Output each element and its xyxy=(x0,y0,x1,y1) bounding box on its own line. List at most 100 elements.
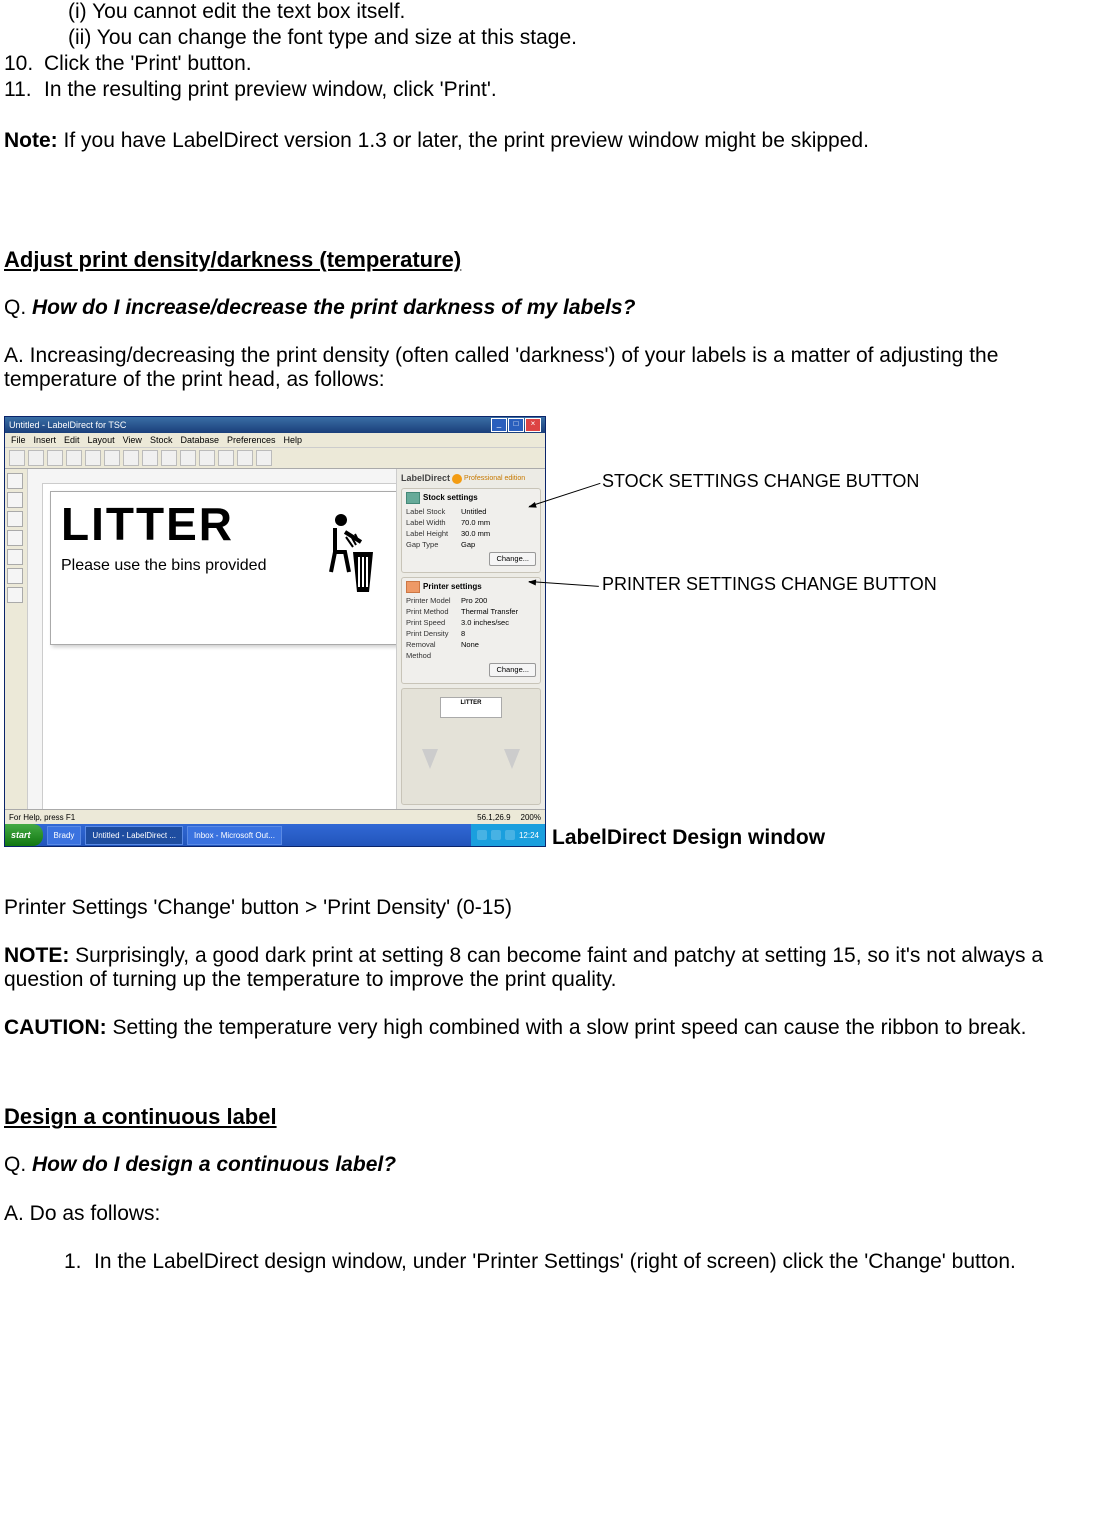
menu-edit[interactable]: Edit xyxy=(64,435,80,445)
question-density: Q. How do I increase/decrease the print … xyxy=(4,296,1108,320)
kv-val: Untitled xyxy=(461,506,486,517)
toolbar-button[interactable] xyxy=(199,450,215,466)
list-num-1: 1. xyxy=(64,1250,94,1274)
window-title: Untitled - LabelDirect for TSC xyxy=(9,420,126,430)
printer-change-button[interactable]: Change... xyxy=(489,663,536,677)
kv-key: Label Width xyxy=(406,517,461,528)
taskbar-item[interactable]: Inbox - Microsoft Out... xyxy=(187,826,282,845)
arrow-down-icon xyxy=(504,749,520,769)
menu-help[interactable]: Help xyxy=(284,435,303,445)
brand-label: LabelDirect xyxy=(401,473,450,483)
kv-key: Print Method xyxy=(406,606,461,617)
brand-dot-icon xyxy=(452,474,462,484)
kv-key: Label Stock xyxy=(406,506,461,517)
toolbar-button[interactable] xyxy=(85,450,101,466)
kv-key: Label Height xyxy=(406,528,461,539)
list-num-11: 11. xyxy=(4,78,44,102)
arrow-down-icon xyxy=(422,749,438,769)
system-tray: 12:24 xyxy=(471,824,545,846)
stock-header: Stock settings xyxy=(423,493,478,502)
toolbar-button[interactable] xyxy=(161,450,177,466)
caution-paragraph: CAUTION: Setting the temperature very hi… xyxy=(4,1016,1108,1040)
answer-continuous: A. Do as follows: xyxy=(4,1202,1108,1226)
kv-val: Thermal Transfer xyxy=(461,606,518,617)
list-num-10: 10. xyxy=(4,52,44,76)
note-line: Note: If you have LabelDirect version 1.… xyxy=(4,129,1108,153)
toolbar-button[interactable] xyxy=(47,450,63,466)
taskbar: start Brady Untitled - LabelDirect ... I… xyxy=(5,824,545,846)
tool-button[interactable] xyxy=(7,549,23,565)
right-panel: LabelDirect Professional edition Stock s… xyxy=(396,469,545,809)
menu-preferences[interactable]: Preferences xyxy=(227,435,276,445)
kv-key: Printer Model xyxy=(406,595,461,606)
brand-edition: Professional edition xyxy=(464,475,525,483)
note-paragraph: NOTE: Surprisingly, a good dark print at… xyxy=(4,944,1108,992)
menu-bar: File Insert Edit Layout View Stock Datab… xyxy=(5,433,545,448)
tool-button[interactable] xyxy=(7,568,23,584)
toolbar-button[interactable] xyxy=(180,450,196,466)
minimize-icon[interactable]: _ xyxy=(491,418,507,432)
note-label: Note: xyxy=(4,129,58,152)
annotation-printer: PRINTER SETTINGS CHANGE BUTTON xyxy=(602,574,937,595)
menu-database[interactable]: Database xyxy=(180,435,219,445)
preview-mini-label: LITTER xyxy=(440,697,502,718)
toolbar-button[interactable] xyxy=(9,450,25,466)
tool-button[interactable] xyxy=(7,587,23,603)
list-body-10: Click the 'Print' button. xyxy=(44,52,1108,76)
kv-val: None xyxy=(461,639,479,661)
list-body-11: In the resulting print preview window, c… xyxy=(44,78,1108,102)
kv-key: Removal Method xyxy=(406,639,461,661)
status-help: For Help, press F1 xyxy=(9,813,75,822)
toolbar-button[interactable] xyxy=(66,450,82,466)
stock-icon xyxy=(406,492,420,504)
tool-button[interactable] xyxy=(7,492,23,508)
menu-file[interactable]: File xyxy=(11,435,26,445)
section-heading-continuous: Design a continuous label xyxy=(4,1104,1108,1129)
question-continuous: Q. How do I design a continuous label? xyxy=(4,1153,1108,1177)
status-bar: For Help, press F1 56.1,26.9 200% xyxy=(5,809,545,824)
kv-val: 8 xyxy=(461,628,465,639)
toolbar xyxy=(5,448,545,469)
status-coords: 56.1,26.9 xyxy=(477,813,510,822)
ruler-vertical xyxy=(28,483,43,809)
menu-view[interactable]: View xyxy=(123,435,142,445)
kv-key: Gap Type xyxy=(406,539,461,550)
tool-button[interactable] xyxy=(7,530,23,546)
toolbar-button[interactable] xyxy=(142,450,158,466)
toolbar-button[interactable] xyxy=(218,450,234,466)
ruler-horizontal xyxy=(28,469,396,484)
start-button[interactable]: start xyxy=(5,824,43,846)
section-heading-density: Adjust print density/darkness (temperatu… xyxy=(4,247,1108,272)
tool-button[interactable] xyxy=(7,473,23,489)
close-icon[interactable]: × xyxy=(525,418,541,432)
menu-layout[interactable]: Layout xyxy=(88,435,115,445)
q-text-2: How do I design a continuous label? xyxy=(32,1153,396,1176)
status-zoom: 200% xyxy=(521,813,541,822)
toolbar-button[interactable] xyxy=(237,450,253,466)
annotation-stock: STOCK SETTINGS CHANGE BUTTON xyxy=(602,471,919,492)
label-canvas[interactable]: LITTER Please use the bins provided xyxy=(50,491,396,645)
menu-stock[interactable]: Stock xyxy=(150,435,173,445)
taskbar-item[interactable]: Untitled - LabelDirect ... xyxy=(85,826,183,845)
maximize-icon[interactable]: □ xyxy=(508,418,524,432)
canvas-area[interactable]: LITTER Please use the bins provided xyxy=(28,469,396,809)
taskbar-item[interactable]: Brady xyxy=(47,826,82,845)
note-label-2: NOTE: xyxy=(4,944,69,967)
caution-label: CAUTION: xyxy=(4,1016,107,1039)
litter-bin-icon xyxy=(321,512,381,602)
stock-change-button[interactable]: Change... xyxy=(489,552,536,566)
tray-clock: 12:24 xyxy=(519,831,539,840)
tool-button[interactable] xyxy=(7,511,23,527)
tray-icon xyxy=(505,830,515,840)
toolbar-button[interactable] xyxy=(104,450,120,466)
kv-val: 70.0 mm xyxy=(461,517,490,528)
menu-insert[interactable]: Insert xyxy=(34,435,57,445)
toolbar-button[interactable] xyxy=(256,450,272,466)
tray-icon xyxy=(477,830,487,840)
toolbar-button[interactable] xyxy=(123,450,139,466)
app-screenshot: Untitled - LabelDirect for TSC _ □ × Fil… xyxy=(4,416,544,847)
toolbar-button[interactable] xyxy=(28,450,44,466)
printer-settings-panel: Printer settings Printer ModelPro 200 Pr… xyxy=(401,577,541,684)
note-body: If you have LabelDirect version 1.3 or l… xyxy=(58,129,869,152)
caution-body: Setting the temperature very high combin… xyxy=(107,1016,1027,1039)
